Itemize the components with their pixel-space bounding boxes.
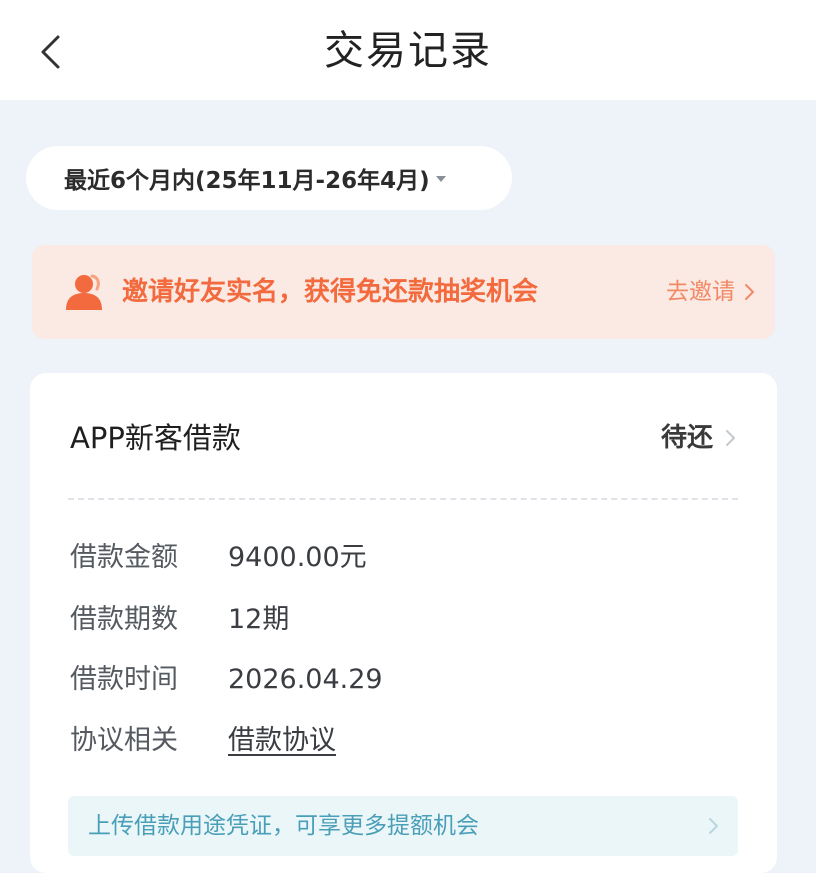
detail-label: 协议相关 <box>70 725 178 756</box>
loan-record-card[interactable]: APP新客借款 待还 借款金额 9400.00元 借款期数 12期 借款时间 2026… <box>30 373 777 873</box>
date-range-label: 最近6个月内(25年11月-26年4月) <box>64 168 430 194</box>
detail-value: 2026.04.29 <box>228 664 383 695</box>
detail-value: 9400.00元 <box>228 542 367 573</box>
invite-link[interactable]: 去邀请 <box>666 245 735 339</box>
dashed-divider <box>68 498 738 500</box>
loan-agreement-link[interactable]: 借款协议 <box>228 725 336 756</box>
detail-label: 借款时间 <box>70 664 178 695</box>
loan-status[interactable]: 待还 <box>661 411 713 465</box>
detail-label: 借款金额 <box>70 542 178 573</box>
date-range-filter[interactable]: 最近6个月内(25年11月-26年4月) <box>26 146 512 210</box>
chevron-right-icon <box>745 284 754 300</box>
page-title: 交易记录 <box>324 28 492 74</box>
loan-product-title: APP新客借款 <box>70 421 241 455</box>
user-icon <box>66 274 102 310</box>
upload-proof-text: 上传借款用途凭证，可享更多提额机会 <box>88 813 479 839</box>
top-bar: 交易记录 <box>0 0 816 100</box>
detail-row-time: 借款时间 2026.04.29 <box>70 653 383 707</box>
detail-label: 借款期数 <box>70 604 178 635</box>
detail-value: 12期 <box>228 604 290 635</box>
invite-banner-text: 邀请好友实名，获得免还款抽奖机会 <box>122 277 539 307</box>
invite-banner[interactable]: 邀请好友实名，获得免还款抽奖机会 去邀请 <box>32 245 775 339</box>
upload-proof-banner[interactable]: 上传借款用途凭证，可享更多提额机会 <box>68 796 738 856</box>
chevron-right-icon <box>709 818 718 834</box>
chevron-right-icon <box>726 430 735 446</box>
detail-row-agreement: 协议相关 借款协议 <box>70 714 336 768</box>
detail-row-periods: 借款期数 12期 <box>70 593 289 647</box>
detail-row-amount: 借款金额 9400.00元 <box>70 531 367 585</box>
caret-down-icon <box>435 176 446 182</box>
